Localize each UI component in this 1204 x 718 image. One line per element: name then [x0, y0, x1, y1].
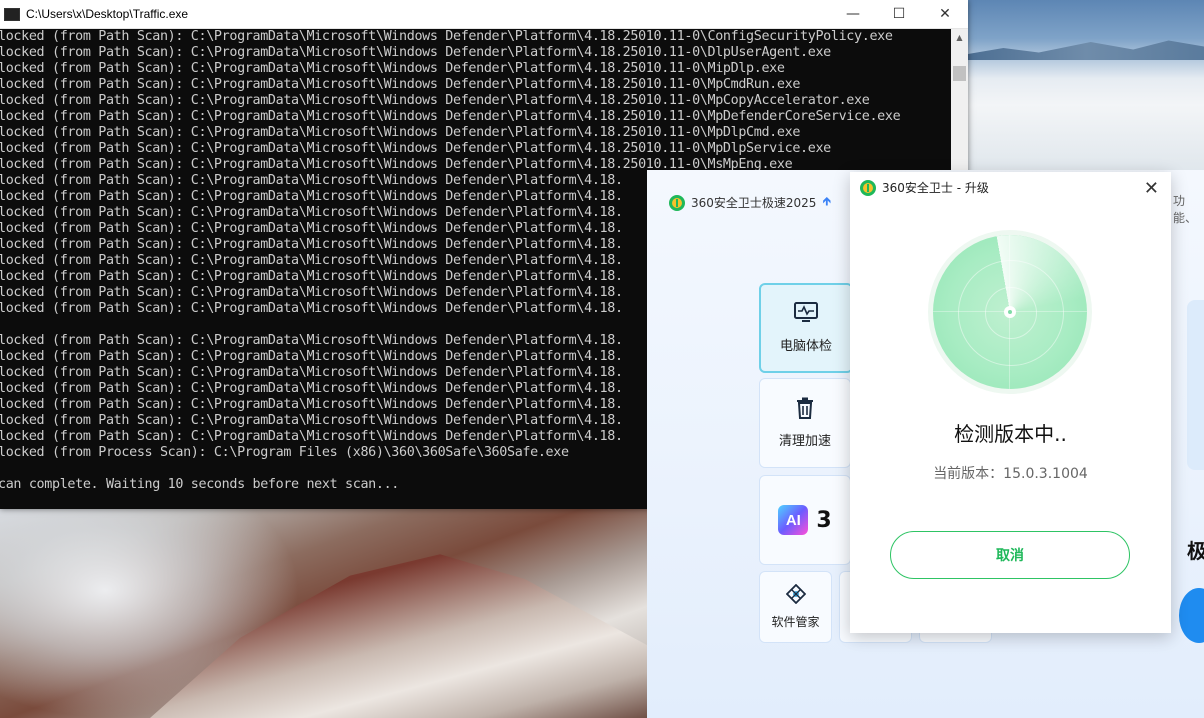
- software-manager-icon: [785, 583, 806, 607]
- cancel-button[interactable]: 取消: [890, 531, 1130, 579]
- speed-button[interactable]: [1179, 588, 1204, 643]
- console-app-icon: [4, 7, 20, 21]
- 360-logo-icon: [860, 179, 876, 196]
- maximize-icon[interactable]: ☐: [876, 0, 922, 28]
- pc-checkup-label: 电脑体检: [779, 339, 832, 354]
- console-line: locked (from Path Scan): C:\ProgramData\…: [0, 141, 831, 156]
- radar-center: [1004, 306, 1016, 318]
- wallpaper-sky: [968, 0, 1204, 175]
- close-icon[interactable]: ✕: [922, 0, 968, 28]
- console-titlebar[interactable]: C:\Users\x\Desktop\Traffic.exe — ☐ ✕: [0, 0, 968, 29]
- console-line: locked (from Path Scan): C:\ProgramData\…: [0, 77, 801, 92]
- scrollbar-thumb[interactable]: [953, 66, 966, 81]
- main-360-right-text: 功能、: [1173, 194, 1198, 225]
- 360-logo-icon: [669, 194, 685, 211]
- upgrade-dialog[interactable]: 360安全卫士 - 升级 ✕ 检测版本中.. 当前版本：15.0.3.1004 …: [850, 172, 1171, 633]
- upgrade-arrow-icon[interactable]: 🡹: [822, 192, 831, 213]
- shield-graphic: [1187, 300, 1204, 470]
- console-title: C:\Users\x\Desktop\Traffic.exe: [26, 7, 189, 21]
- console-line: locked (from Path Scan): C:\ProgramData\…: [0, 45, 831, 60]
- console-line: locked (from Path Scan): C:\ProgramData\…: [0, 125, 801, 140]
- close-icon[interactable]: ✕: [1144, 180, 1159, 198]
- console-line: locked (from Path Scan): C:\ProgramData\…: [0, 93, 870, 108]
- software-manager-label: 软件管家: [771, 615, 820, 629]
- radar-icon: [928, 230, 1092, 394]
- monitor-icon: [794, 302, 818, 327]
- software-manager-card[interactable]: 软件管家: [759, 571, 832, 643]
- main-360-title: 360安全卫士极速2025 🡹: [669, 192, 831, 213]
- clean-speedup-label: 清理加速: [778, 434, 831, 449]
- window-controls: — ☐ ✕: [830, 0, 968, 28]
- scroll-up-icon[interactable]: ▲: [951, 29, 968, 46]
- ai-icon: AI: [778, 505, 809, 535]
- minimize-icon[interactable]: —: [830, 0, 876, 28]
- ai-card-label: 3: [816, 507, 832, 533]
- pc-checkup-card[interactable]: 电脑体检: [759, 283, 853, 373]
- upgrade-dialog-title-text: 360安全卫士 - 升级: [882, 181, 989, 195]
- trash-icon: [794, 397, 816, 422]
- main-360-title-text: 360安全卫士极速2025: [691, 196, 817, 210]
- radar-disc: [933, 235, 1087, 389]
- console-line: locked (from Path Scan): C:\ProgramData\…: [0, 61, 785, 76]
- upgrade-dialog-title: 360安全卫士 - 升级: [860, 179, 989, 196]
- console-line: locked (from Path Scan): C:\ProgramData\…: [0, 29, 893, 44]
- upgrade-status-text: 检测版本中..: [954, 422, 1067, 446]
- clean-speedup-card[interactable]: 清理加速: [759, 378, 851, 468]
- console-line: locked (from Path Scan): C:\ProgramData\…: [0, 109, 901, 124]
- ai-card[interactable]: AI 3: [759, 475, 851, 565]
- current-version-text: 当前版本：15.0.3.1004: [933, 466, 1088, 482]
- speed-label: 极: [1187, 539, 1204, 563]
